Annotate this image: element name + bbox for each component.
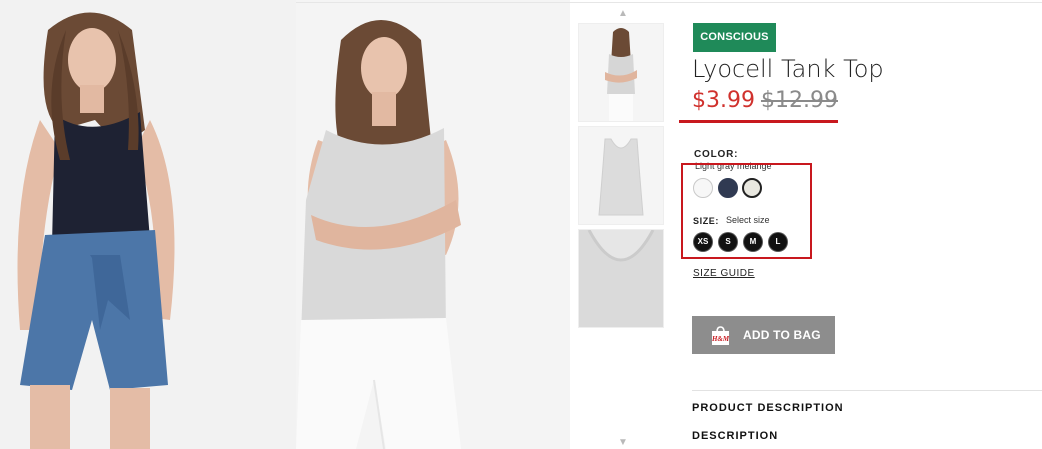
description-heading[interactable]: DESCRIPTION — [692, 430, 778, 442]
original-price: $12.99 — [760, 88, 838, 113]
color-label: COLOR: — [694, 149, 739, 160]
top-border — [296, 2, 1042, 3]
shopping-bag-icon: H&M — [710, 325, 731, 346]
size-guide-link[interactable]: SIZE GUIDE — [693, 268, 755, 279]
color-size-highlight-box — [681, 163, 812, 259]
conscious-badge: CONSCIOUS — [693, 23, 776, 52]
product-title: Lyocell Tank Top — [692, 55, 884, 83]
thumbnail-tank-detail[interactable] — [578, 229, 664, 328]
thumbnails-up-arrow-icon[interactable]: ▲ — [616, 9, 630, 19]
price-highlight-underline — [679, 120, 838, 123]
add-to-bag-label: ADD TO BAG — [743, 328, 821, 342]
thumbnail-tank-front[interactable] — [578, 126, 664, 225]
section-divider — [692, 390, 1042, 391]
thumbnails-down-arrow-icon[interactable]: ▼ — [616, 438, 630, 448]
product-description-heading[interactable]: PRODUCT DESCRIPTION — [692, 402, 844, 414]
product-main-photo[interactable] — [0, 0, 296, 449]
bag-icon-logo-text: H&M — [711, 335, 730, 343]
sale-price: $3.99 — [692, 88, 755, 113]
product-secondary-photo[interactable] — [296, 0, 570, 449]
thumbnail-model[interactable] — [578, 23, 664, 122]
price: $3.99 $12.99 — [692, 88, 838, 113]
add-to-bag-button[interactable]: H&M ADD TO BAG — [692, 316, 835, 354]
